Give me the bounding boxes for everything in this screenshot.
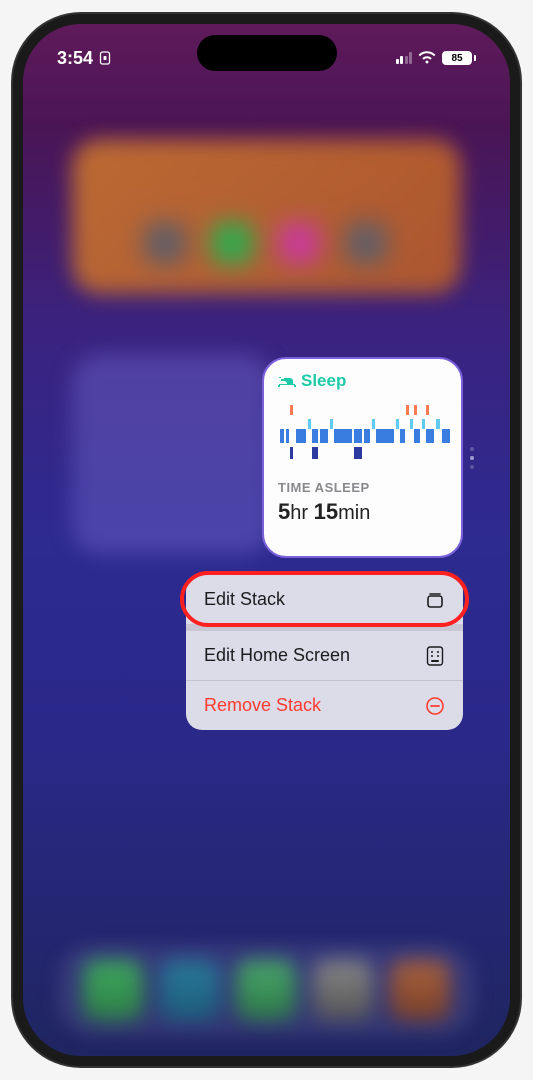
time-asleep-value: 5hr 15min	[278, 499, 447, 525]
bed-icon	[278, 374, 296, 388]
edit-home-screen-menu-item[interactable]: Edit Home Screen	[186, 631, 463, 681]
cellular-signal-icon	[396, 52, 413, 64]
background-widget-blur	[72, 139, 461, 294]
status-time: 3:54	[57, 48, 93, 69]
menu-label: Remove Stack	[204, 695, 321, 716]
dynamic-island	[197, 35, 337, 71]
edit-stack-menu-item[interactable]: Edit Stack	[186, 575, 463, 631]
stack-icon	[425, 590, 445, 610]
apps-grid-icon	[425, 646, 445, 666]
time-asleep-label: TIME ASLEEP	[278, 480, 447, 495]
minus-circle-icon	[425, 696, 445, 716]
portrait-lock-icon	[99, 51, 111, 65]
menu-label: Edit Stack	[204, 589, 285, 610]
sleep-chart	[278, 399, 453, 465]
wifi-icon	[418, 51, 436, 65]
remove-stack-menu-item[interactable]: Remove Stack	[186, 681, 463, 730]
background-widget-blur	[72, 354, 272, 554]
widget-context-menu: Edit Stack Edit Home Screen Remove Stack	[186, 575, 463, 730]
stack-page-indicator	[470, 447, 474, 469]
widget-title: Sleep	[301, 371, 346, 391]
dock-blur	[57, 944, 476, 1036]
sleep-widget[interactable]: Sleep	[262, 357, 463, 558]
menu-label: Edit Home Screen	[204, 645, 350, 666]
battery-indicator: 85	[442, 51, 476, 65]
